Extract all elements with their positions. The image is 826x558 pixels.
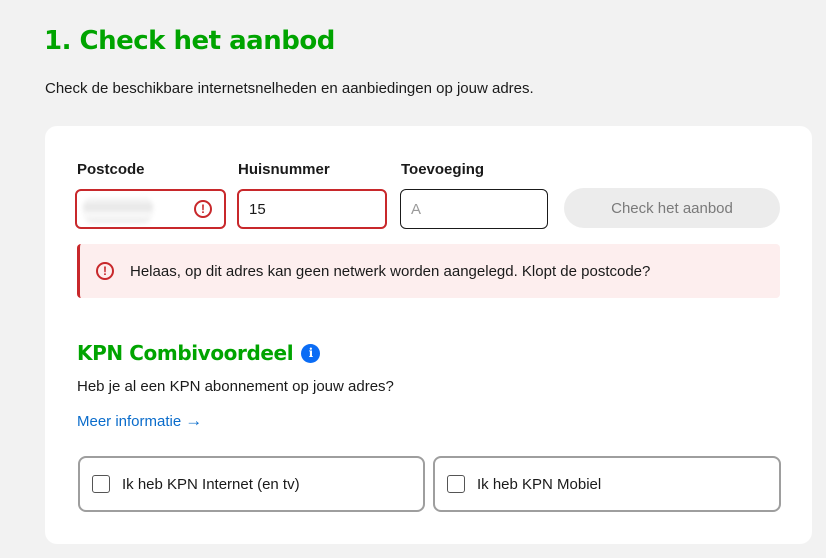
toevoeging-placeholder: A: [411, 200, 422, 218]
option-kpn-mobiel[interactable]: Ik heb KPN Mobiel: [433, 456, 781, 512]
error-icon: !: [194, 200, 212, 218]
combivoordeel-title-text: KPN Combivoordeel: [77, 341, 294, 365]
postcode-input[interactable]: !: [75, 189, 226, 229]
option-kpn-internet-label: Ik heb KPN Internet (en tv): [122, 475, 300, 493]
alert-error-icon: !: [96, 262, 114, 280]
checkbox-kpn-mobiel[interactable]: [447, 475, 465, 493]
option-kpn-internet[interactable]: Ik heb KPN Internet (en tv): [78, 456, 425, 512]
check-aanbod-button[interactable]: Check het aanbod: [564, 188, 780, 228]
checkbox-kpn-internet[interactable]: [92, 475, 110, 493]
page-title: 1. Check het aanbod: [44, 26, 335, 56]
option-kpn-mobiel-label: Ik heb KPN Mobiel: [477, 475, 602, 493]
meer-informatie-link[interactable]: Meer informatie →: [77, 411, 202, 431]
arrow-right-icon: →: [185, 411, 203, 430]
huisnummer-value: 15: [249, 200, 266, 218]
meer-informatie-label: Meer informatie: [77, 412, 182, 430]
combivoordeel-title: KPN Combivoordeel i: [77, 341, 321, 365]
postcode-label: Postcode: [77, 161, 145, 178]
info-icon[interactable]: i: [301, 343, 321, 363]
toevoeging-label: Toevoeging: [401, 161, 485, 178]
alert-message: Helaas, op dit adres kan geen netwerk wo…: [130, 262, 651, 280]
intro-text: Check de beschikbare internetsnelheden e…: [45, 80, 534, 97]
address-check-card: Postcode Huisnummer Toevoeging ! 15 A Ch…: [45, 126, 812, 544]
redacted-postcode: [83, 197, 153, 223]
combivoordeel-question: Heb je al een KPN abonnement op jouw adr…: [77, 378, 394, 395]
toevoeging-input[interactable]: A: [400, 189, 548, 229]
huisnummer-label: Huisnummer: [238, 161, 330, 178]
error-alert: ! Helaas, op dit adres kan geen netwerk …: [77, 244, 780, 298]
huisnummer-input[interactable]: 15: [237, 189, 387, 229]
